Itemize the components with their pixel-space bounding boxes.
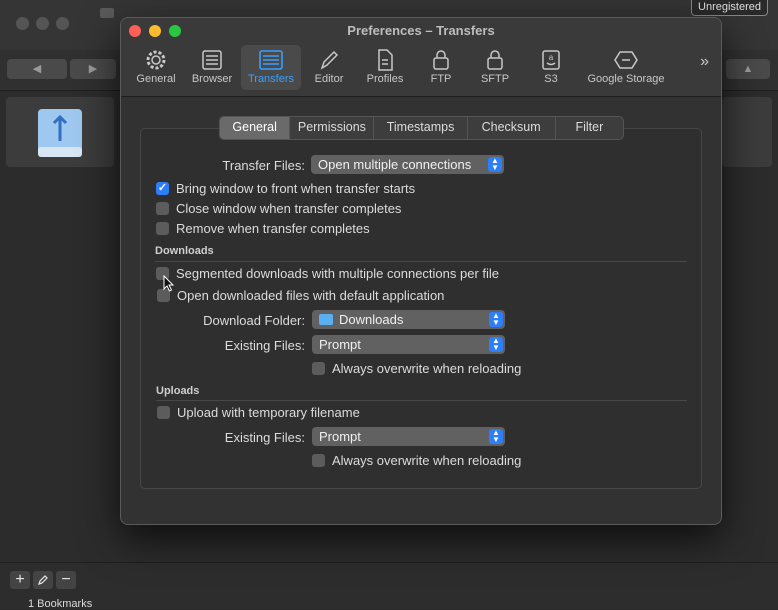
google-storage-icon (614, 51, 638, 69)
download-existing-files-popup[interactable]: Prompt ▲ ▼ (312, 335, 505, 354)
temp-filename-label: Upload with temporary filename (177, 405, 360, 420)
forward-button[interactable]: ▶ (70, 59, 116, 79)
upload-always-overwrite-checkbox[interactable] (312, 454, 325, 467)
bookmark-tile-right[interactable] (722, 97, 772, 167)
main-minimize-button[interactable] (36, 17, 49, 30)
segmented-downloads-label: Segmented downloads with multiple connec… (176, 266, 500, 281)
remove-when-complete-label: Remove when transfer completes (176, 221, 370, 236)
unregistered-badge[interactable]: Unregistered (691, 0, 768, 16)
svg-text:a: a (549, 53, 554, 62)
transfer-files-popup[interactable]: Open multiple connections ▲ ▼ (311, 155, 504, 174)
toolbar-general[interactable]: General (130, 45, 182, 90)
toolbar-label: Transfers (247, 73, 295, 85)
tab-bar: General Permissions Timestamps Checksum … (219, 116, 624, 140)
toolbar-profiles[interactable]: Profiles (359, 45, 411, 90)
mouse-cursor-icon (163, 275, 175, 292)
bottom-bar: + − 1 Bookmarks (0, 562, 778, 610)
pencil-icon (320, 50, 339, 70)
remove-bookmark-button[interactable]: − (56, 571, 76, 589)
toolbar-editor[interactable]: Editor (305, 45, 353, 90)
folder-icon (319, 314, 333, 325)
pencil-icon (38, 575, 48, 585)
disk-icon (38, 109, 82, 157)
tab-filter[interactable]: Filter (556, 117, 623, 139)
back-button[interactable]: ◀ (7, 59, 67, 79)
bookmarks-count: 1 Bookmarks (28, 598, 93, 610)
toolbar-label: General (136, 73, 176, 85)
amazon-icon: a (542, 50, 560, 70)
chevron-up-down-icon: ▲ ▼ (489, 429, 503, 444)
parent-folder-button[interactable]: ▲ (726, 59, 770, 79)
window-title: Preferences – Transfers (347, 23, 495, 38)
download-existing-files-label: Existing Files: (224, 338, 305, 353)
upload-existing-files-value: Prompt (319, 429, 361, 444)
toolbar-label: FTP (430, 73, 452, 85)
toolbar-overflow-button[interactable]: » (700, 53, 709, 71)
toolbar-transfers[interactable]: Transfers (241, 45, 301, 90)
close-window-checkbox[interactable] (156, 202, 169, 215)
profiles-icon (378, 49, 393, 71)
open-default-app-label: Open downloaded files with default appli… (177, 288, 445, 303)
list-icon (202, 50, 222, 70)
toolbar-label: Browser (191, 73, 233, 85)
toolbar-label: SFTP (480, 73, 510, 85)
upload-existing-files-label: Existing Files: (224, 430, 305, 445)
tab-timestamps[interactable]: Timestamps (374, 117, 468, 139)
bring-to-front-label: Bring window to front when transfer star… (176, 181, 416, 196)
tab-general[interactable]: General (220, 117, 291, 139)
chevron-up-down-icon: ▲ ▼ (488, 157, 502, 172)
bookmark-tile[interactable] (6, 97, 114, 167)
main-toolbar-icon[interactable] (100, 8, 114, 18)
add-bookmark-button[interactable]: + (10, 571, 30, 589)
toolbar-label: Profiles (366, 73, 404, 85)
toolbar-s3[interactable]: a S3 (531, 45, 571, 90)
tab-checksum[interactable]: Checksum (468, 117, 556, 139)
uploads-heading: Uploads (156, 385, 200, 397)
downloads-separator (155, 261, 687, 262)
preferences-window: Preferences – Transfers General Browser … (120, 17, 722, 525)
gear-icon (146, 50, 166, 70)
temp-filename-checkbox[interactable] (157, 406, 170, 419)
main-zoom-button[interactable] (56, 17, 69, 30)
download-folder-label: Download Folder: (203, 313, 305, 328)
download-always-overwrite-checkbox[interactable] (312, 362, 325, 375)
uploads-separator (156, 400, 687, 401)
remove-when-complete-checkbox[interactable] (156, 222, 169, 235)
upload-always-overwrite-label: Always overwrite when reloading (332, 453, 522, 468)
bring-to-front-checkbox[interactable]: ✓ (156, 182, 169, 195)
close-window-label: Close window when transfer completes (176, 201, 402, 216)
download-folder-value: Downloads (339, 312, 404, 327)
chevron-up-down-icon: ▲ ▼ (489, 312, 503, 327)
toolbar-browser[interactable]: Browser (187, 45, 237, 90)
lock-icon (487, 50, 503, 70)
tab-permissions[interactable]: Permissions (290, 117, 375, 139)
transfer-files-value: Open multiple connections (318, 157, 472, 172)
preferences-toolbar: Preferences – Transfers General Browser … (121, 18, 721, 97)
toolbar-label: Google Storage (587, 73, 665, 85)
toolbar-ftp[interactable]: FTP (421, 45, 461, 90)
main-close-button[interactable] (16, 17, 29, 30)
downloads-heading: Downloads (155, 245, 214, 257)
toolbar-label: S3 (544, 73, 558, 85)
edit-bookmark-button[interactable] (33, 571, 53, 589)
upload-existing-files-popup[interactable]: Prompt ▲ ▼ (312, 427, 505, 446)
toolbar-sftp[interactable]: SFTP (475, 45, 515, 90)
toolbar-label: Editor (314, 73, 344, 85)
transfer-files-label: Transfer Files: (222, 158, 305, 173)
download-always-overwrite-label: Always overwrite when reloading (332, 361, 522, 376)
transfers-icon (259, 50, 283, 70)
download-folder-popup[interactable]: Downloads ▲ ▼ (312, 310, 505, 329)
chevron-up-down-icon: ▲ ▼ (489, 337, 503, 352)
lock-icon (433, 50, 449, 70)
download-existing-files-value: Prompt (319, 337, 361, 352)
toolbar-google-storage[interactable]: Google Storage (581, 45, 671, 90)
